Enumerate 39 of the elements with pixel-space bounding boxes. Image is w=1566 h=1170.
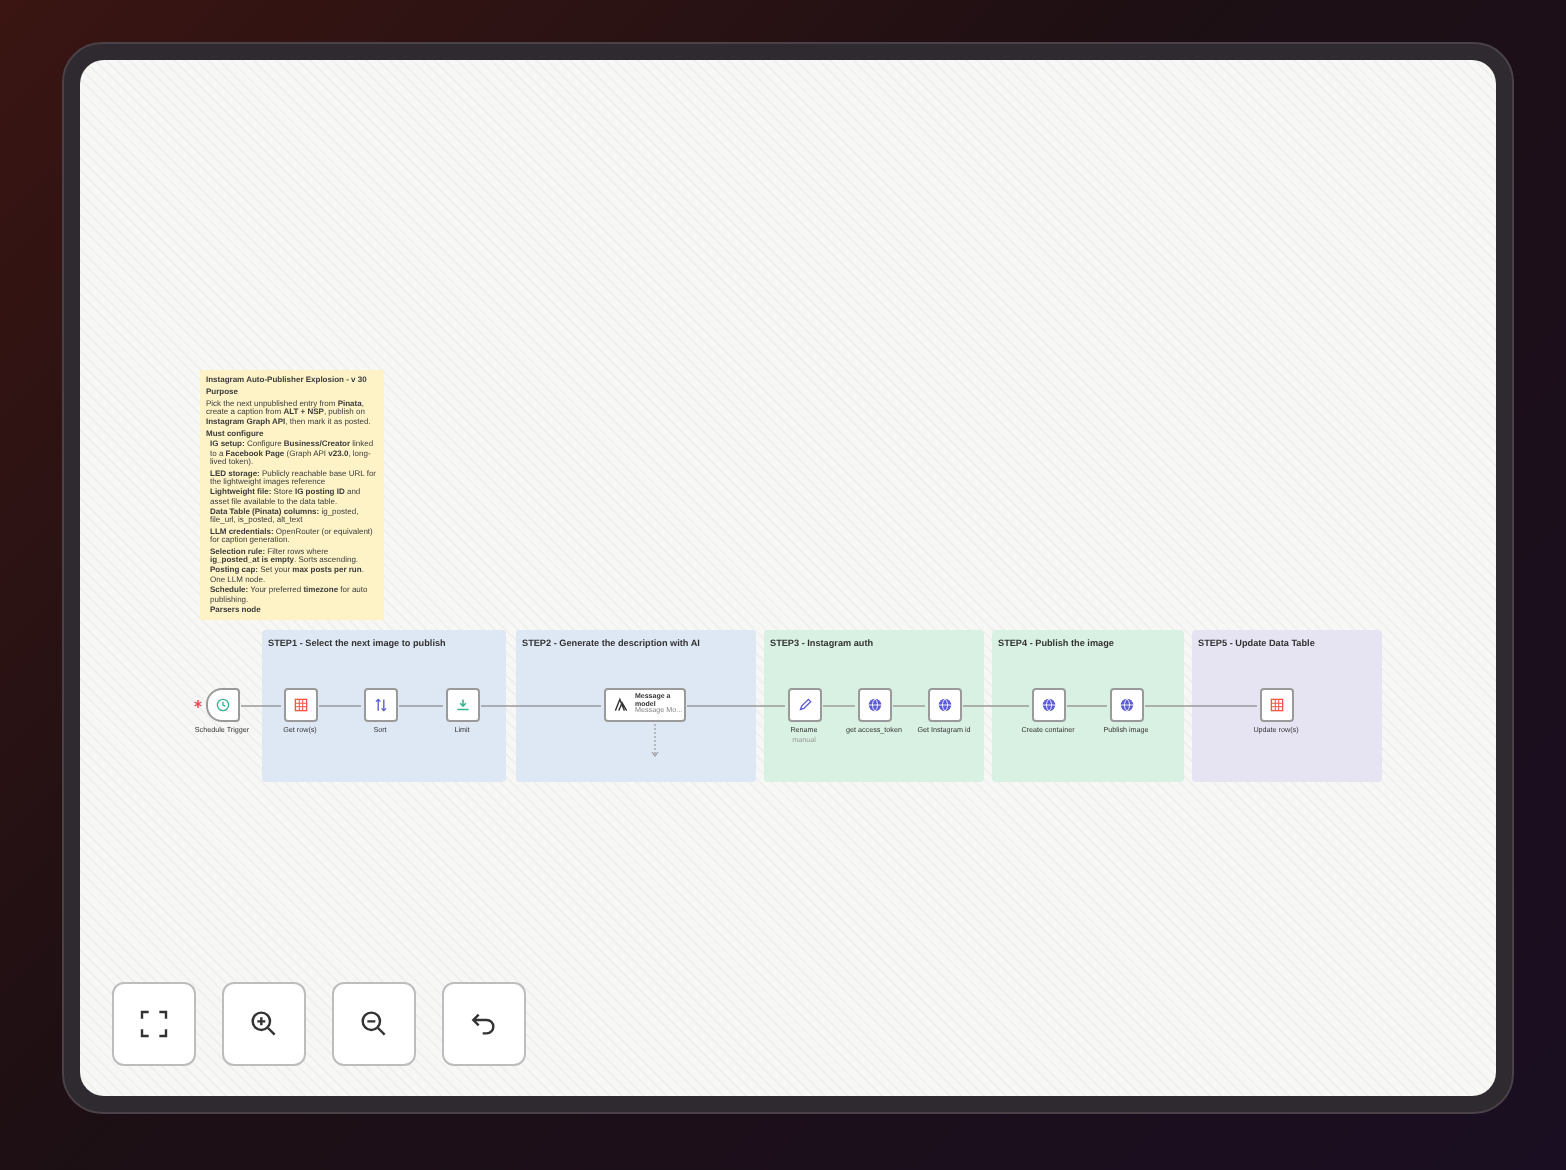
zoom-out-icon (358, 1008, 390, 1040)
clock-icon (213, 696, 231, 714)
workflow-node[interactable] (927, 688, 961, 722)
connector-line (892, 705, 926, 707)
globe-icon (1117, 696, 1135, 714)
download-icon (453, 696, 471, 714)
workflow-node[interactable] (787, 688, 821, 722)
workflow-node[interactable] (283, 688, 317, 722)
workflow-node[interactable] (1259, 688, 1293, 722)
connector-line (1066, 705, 1108, 707)
ai-model-icon (611, 696, 629, 714)
connector-line (822, 705, 856, 707)
workflow-node[interactable] (205, 688, 239, 722)
pencil-icon (795, 696, 813, 714)
connector-line (480, 705, 602, 707)
workflow-node[interactable] (1109, 688, 1143, 722)
table-icon (1267, 696, 1285, 714)
asterisk-icon (194, 700, 202, 708)
workflow-node[interactable] (1031, 688, 1065, 722)
connector-line (240, 705, 282, 707)
sort-icon (371, 696, 389, 714)
undo-icon (468, 1008, 500, 1040)
table-icon (291, 696, 309, 714)
connector-line (318, 705, 362, 707)
connector-line (398, 705, 444, 707)
globe-icon (865, 696, 883, 714)
globe-icon (935, 696, 953, 714)
globe-icon (1039, 696, 1057, 714)
dashed-arrow-icon (650, 724, 660, 760)
zoom-in-icon (248, 1008, 280, 1040)
fit-view-icon (138, 1008, 170, 1040)
connector-line (1144, 705, 1258, 707)
workflow-node[interactable] (445, 688, 479, 722)
zoom-out-button[interactable] (332, 982, 416, 1066)
workflow-node[interactable] (857, 688, 891, 722)
zoom-in-button[interactable] (222, 982, 306, 1066)
workflow-node[interactable] (363, 688, 397, 722)
connector-line (686, 705, 786, 707)
connector-line (962, 705, 1030, 707)
